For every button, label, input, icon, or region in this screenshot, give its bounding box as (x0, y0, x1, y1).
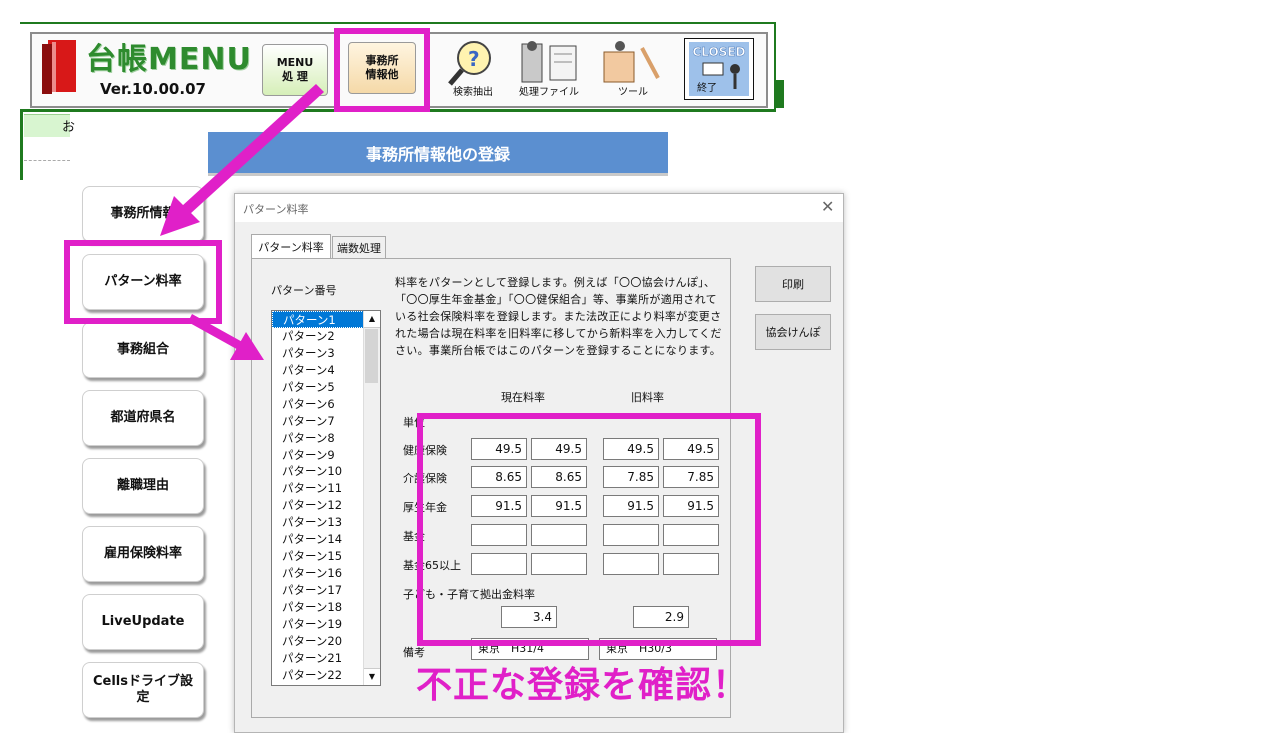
list-item[interactable]: パターン4 (272, 362, 364, 379)
current-rate-header: 現在料率 (501, 391, 545, 404)
process-file-button[interactable]: 処理ファイル (514, 38, 584, 98)
sidebar-item-prefecture[interactable]: 都道府県名 (82, 390, 204, 446)
tab-rounding[interactable]: 端数処理 (332, 236, 386, 258)
banner-title: 事務所情報他の登録 (365, 144, 510, 164)
sheet-dotted-line (24, 160, 70, 161)
sidebar-item-office-info[interactable]: 事務所情報 (82, 186, 204, 242)
sidebar-item-label: 都道府県名 (110, 410, 176, 425)
sidebar-item-employment-insurance[interactable]: 雇用保険料率 (82, 526, 204, 582)
closed-label: CLOSED (692, 45, 745, 59)
version-label: Ver.10.00.07 (100, 80, 206, 98)
sidebar-item-label: 雇用保険料率 (103, 546, 182, 561)
pattern-listbox[interactable]: パターン1 パターン2 パターン3 パターン4 パターン5 パターン6 パターン7 パターン8… (271, 310, 381, 686)
list-item[interactable]: パターン9 (272, 447, 364, 464)
toolbox-icon (603, 41, 660, 83)
list-item[interactable]: パターン20 (272, 633, 364, 650)
print-button[interactable]: 印刷 (755, 266, 831, 302)
list-item[interactable]: パターン13 (272, 514, 364, 531)
list-item[interactable]: パターン16 (272, 565, 364, 582)
list-item[interactable]: パターン2 (272, 328, 364, 345)
sidebar-item-label: 離職理由 (116, 478, 169, 493)
pattern-list: パターン1 パターン2 パターン3 パターン4 パターン5 パターン6 パターン7 パターン8… (272, 311, 364, 684)
ledger-book-icon (42, 40, 76, 94)
sidebar-item-label: 事務組合 (116, 342, 169, 357)
tools-button[interactable]: ツール (598, 38, 668, 98)
close-app-button[interactable]: CLOSED 終了 (684, 38, 754, 100)
list-item[interactable]: パターン7 (272, 413, 364, 430)
sidebar-item-cells-drive[interactable]: Cellsドライブ設定 (82, 662, 204, 718)
page-banner: 事務所情報他の登録 (208, 132, 668, 176)
closed-exit-icon: CLOSED 終了 (689, 42, 749, 96)
list-item[interactable]: パターン18 (272, 599, 364, 616)
sidebar-item-liveupdate[interactable]: LiveUpdate (82, 594, 204, 650)
menu-button-line2: 処 理 (282, 70, 308, 83)
close-icon[interactable]: ✕ (821, 197, 834, 216)
list-item[interactable]: パターン1 (272, 311, 364, 328)
list-item[interactable]: パターン5 (272, 379, 364, 396)
old-rate-header: 旧料率 (631, 391, 664, 404)
list-item[interactable]: パターン17 (272, 582, 364, 599)
pattern-number-label: パターン番号 (271, 284, 337, 297)
list-item[interactable]: パターン12 (272, 497, 364, 514)
sidebar-item-office-union[interactable]: 事務組合 (82, 322, 204, 378)
list-item[interactable]: パターン15 (272, 548, 364, 565)
sidebar-item-label: 事務所情報 (110, 206, 176, 221)
sheet-border (20, 110, 23, 180)
magnifier-question-icon: ? (448, 41, 491, 86)
list-item[interactable]: パターン22 (272, 667, 364, 684)
list-item[interactable]: パターン3 (272, 345, 364, 362)
warning-annotation: 不正な登録を確認！ (416, 665, 750, 706)
svg-text:?: ? (468, 47, 480, 71)
office-button-highlight (334, 28, 430, 112)
menu-process-button[interactable]: MENU 処 理 (262, 44, 328, 96)
process-file-label: 処理ファイル (519, 87, 579, 98)
sidebar-item-label: LiveUpdate (101, 614, 185, 629)
search-extract-label: 検索抽出 (453, 87, 493, 98)
pattern-rate-highlight (64, 240, 222, 324)
list-item[interactable]: パターン21 (272, 650, 364, 667)
dialog-title: パターン料率 (243, 203, 309, 216)
menu-button-line1: MENU (276, 56, 314, 69)
kyokai-kenpo-button[interactable]: 協会けんぽ (755, 314, 831, 350)
menu-bar-accent (776, 80, 784, 108)
sidebar-item-separation-reason[interactable]: 離職理由 (82, 458, 204, 514)
description-text: 料率をパターンとして登録します。例えば「〇〇協会けんぽ」、「〇〇厚生年金基金」「… (395, 276, 722, 357)
scroll-up-icon[interactable]: ▲ (364, 311, 380, 328)
tab-pattern-rate[interactable]: パターン料率 (251, 234, 331, 258)
list-item[interactable]: パターン14 (272, 531, 364, 548)
end-label: 終了 (697, 81, 717, 94)
listbox-scrollbar[interactable]: ▲ ▼ (363, 311, 380, 685)
sheet-cell-text: お (62, 120, 76, 135)
rate-values-highlight (417, 413, 761, 646)
dialog-titlebar (235, 194, 843, 222)
tools-label: ツール (618, 87, 648, 98)
list-item[interactable]: パターン10 (272, 463, 364, 480)
list-item[interactable]: パターン11 (272, 480, 364, 497)
scroll-down-icon[interactable]: ▼ (364, 668, 380, 685)
list-item[interactable]: パターン8 (272, 430, 364, 447)
sidebar-item-label: Cellsドライブ設定 (92, 674, 193, 705)
list-item[interactable]: パターン19 (272, 616, 364, 633)
list-item[interactable]: パターン6 (272, 396, 364, 413)
file-cabinet-icon (521, 41, 577, 83)
search-extract-button[interactable]: ? 検索抽出 (438, 38, 508, 98)
app-title: 台帳MENU (86, 42, 252, 77)
scroll-thumb[interactable] (365, 329, 378, 383)
